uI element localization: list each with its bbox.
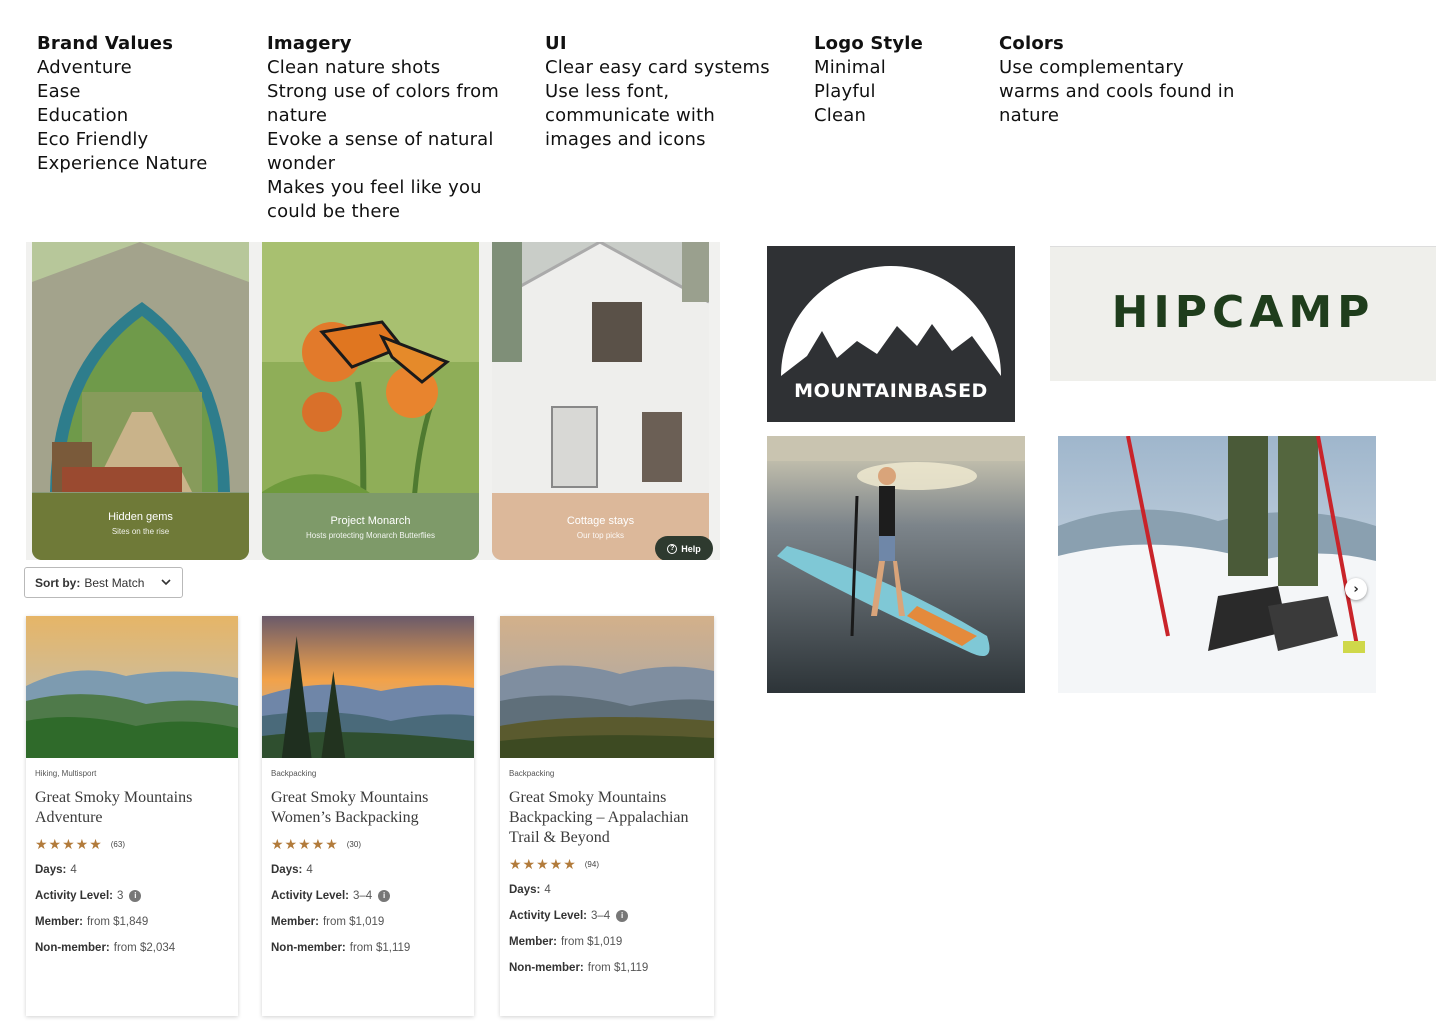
promo-caption: Project Monarch Hosts protecting Monarch… [262,493,479,560]
column-line: wonder [267,153,336,174]
review-count: (94) [584,860,599,869]
mountain-sunset-photo [262,616,474,758]
column-line: Education [37,105,129,126]
info-icon[interactable]: i [129,890,142,902]
column-line: Clean nature shots [267,57,441,78]
trip-card[interactable]: Backpacking Great Smoky Mountains Backpa… [500,616,714,1016]
help-button[interactable]: ? Help [655,536,713,560]
trip-activity-level: Activity Level: 3–4 i [271,887,466,905]
sort-dropdown[interactable]: Sort by: Best Match [24,567,183,598]
column-heading: Imagery [267,33,352,54]
info-icon[interactable]: i [378,890,391,902]
trip-nonmember-price: Non-member: from $1,119 [271,942,411,954]
trip-activity-level: Activity Level: 3 i [35,887,230,905]
promo-title: Hidden gems [108,511,173,523]
column-line: Eco Friendly [37,129,149,150]
trip-member-price: Member: from $1,019 [271,916,385,928]
mountain-valley-photo [500,616,714,758]
trip-title[interactable]: Great Smoky Mountains Women’s Backpackin… [271,788,466,828]
info-icon[interactable]: i [616,910,629,922]
sort-value: Best Match [84,575,145,590]
trip-body: Backpacking Great Smoky Mountains Backpa… [509,769,706,977]
column-line: Use complementary [999,57,1184,78]
promo-card-hidden-gems[interactable]: Hidden gems Sites on the rise [32,242,249,560]
promo-title: Cottage stays [566,515,635,527]
trip-card[interactable]: Hiking, Multisport Great Smoky Mountains… [26,616,238,1016]
chevron-down-icon [161,579,171,586]
column-heading: UI [545,33,567,54]
brand-values-column: Brand Values Adventure Ease Education Ec… [37,32,257,176]
column-line: nature [999,105,1060,126]
column-heading: Logo Style [814,33,924,54]
column-line: Strong use of colors from [267,81,500,102]
promo-subtitle: Sites on the rise [111,527,170,536]
column-line: Clean [814,105,867,126]
trip-days: Days: 4 [509,884,551,896]
imagery-column: Imagery Clean nature shots Strong use of… [267,32,527,224]
trip-body: Hiking, Multisport Great Smoky Mountains… [35,769,230,957]
trip-category: Backpacking [271,769,317,778]
trip-category: Backpacking [509,769,555,778]
promo-caption: Hidden gems Sites on the rise [32,493,249,560]
trip-rating: ★★★★★ (63) [35,836,230,853]
promo-subtitle: Hosts protecting Monarch Butterflies [306,531,435,540]
column-line: images and icons [545,129,706,150]
trip-days: Days: 4 [35,864,77,876]
trip-rating: ★★★★★ (94) [509,856,706,873]
column-line: Use less font, [545,81,670,102]
trip-card[interactable]: Backpacking Great Smoky Mountains Women’… [262,616,474,1016]
column-line: communicate with [545,105,715,126]
question-icon: ? [667,543,678,554]
column-line: Clear easy card systems [545,57,770,78]
trip-title[interactable]: Great Smoky Mountains Backpacking – Appa… [509,788,706,848]
promo-card-panel: Hidden gems Sites on the rise Project Mo… [26,242,720,560]
ui-column: UI Clear easy card systems Use less font… [545,32,795,152]
mountainbased-logo: MOUNTAINBASED [767,246,1015,422]
trip-rating: ★★★★★ (30) [271,836,466,853]
promo-card-project-monarch[interactable]: Project Monarch Hosts protecting Monarch… [262,242,479,560]
column-line: nature [267,105,328,126]
promo-title: Project Monarch [330,515,411,527]
star-rating: ★★★★★ [271,836,339,852]
trip-body: Backpacking Great Smoky Mountains Women’… [271,769,466,957]
trip-nonmember-price: Non-member: from $1,119 [509,962,649,974]
help-label: Help [681,543,701,554]
sort-label: Sort by: [35,575,81,590]
column-line: Evoke a sense of natural [267,129,494,150]
column-heading: Brand Values [37,33,174,54]
review-count: (63) [110,840,125,849]
column-line: Experience Nature [37,153,208,174]
column-line: could be there [267,201,401,222]
logo-wordmark: HIPCAMP [1111,287,1375,338]
chevron-right-icon[interactable]: › [1345,578,1367,600]
logo-wordmark: MOUNTAINBASED [794,380,988,402]
column-line: Makes you feel like you [267,177,482,198]
paddleboard-photo [767,436,1025,693]
trip-category: Hiking, Multisport [35,769,97,778]
trip-member-price: Member: from $1,849 [35,916,149,928]
column-line: Playful [814,81,876,102]
column-line: Adventure [37,57,132,78]
hipcamp-logo: HIPCAMP [1050,246,1436,381]
trip-member-price: Member: from $1,019 [509,936,623,948]
trip-days: Days: 4 [271,864,313,876]
snowshoe-photo [1058,436,1376,693]
colors-column: Colors Use complementary warms and cools… [999,32,1269,128]
column-line: Ease [37,81,81,102]
trip-nonmember-price: Non-member: from $2,034 [35,942,176,954]
review-count: (30) [346,840,361,849]
star-rating: ★★★★★ [509,856,577,872]
column-line: Minimal [814,57,886,78]
column-line: warms and cools found in [999,81,1235,102]
column-heading: Colors [999,33,1064,54]
trip-title[interactable]: Great Smoky Mountains Adventure [35,788,230,828]
trip-activity-level: Activity Level: 3–4 i [509,907,706,925]
logo-style-column: Logo Style Minimal Playful Clean [814,32,984,128]
mountain-sunset-photo [26,616,238,758]
star-rating: ★★★★★ [35,836,103,852]
promo-card-cottage-stays[interactable]: Cottage stays Our top picks [492,242,709,560]
